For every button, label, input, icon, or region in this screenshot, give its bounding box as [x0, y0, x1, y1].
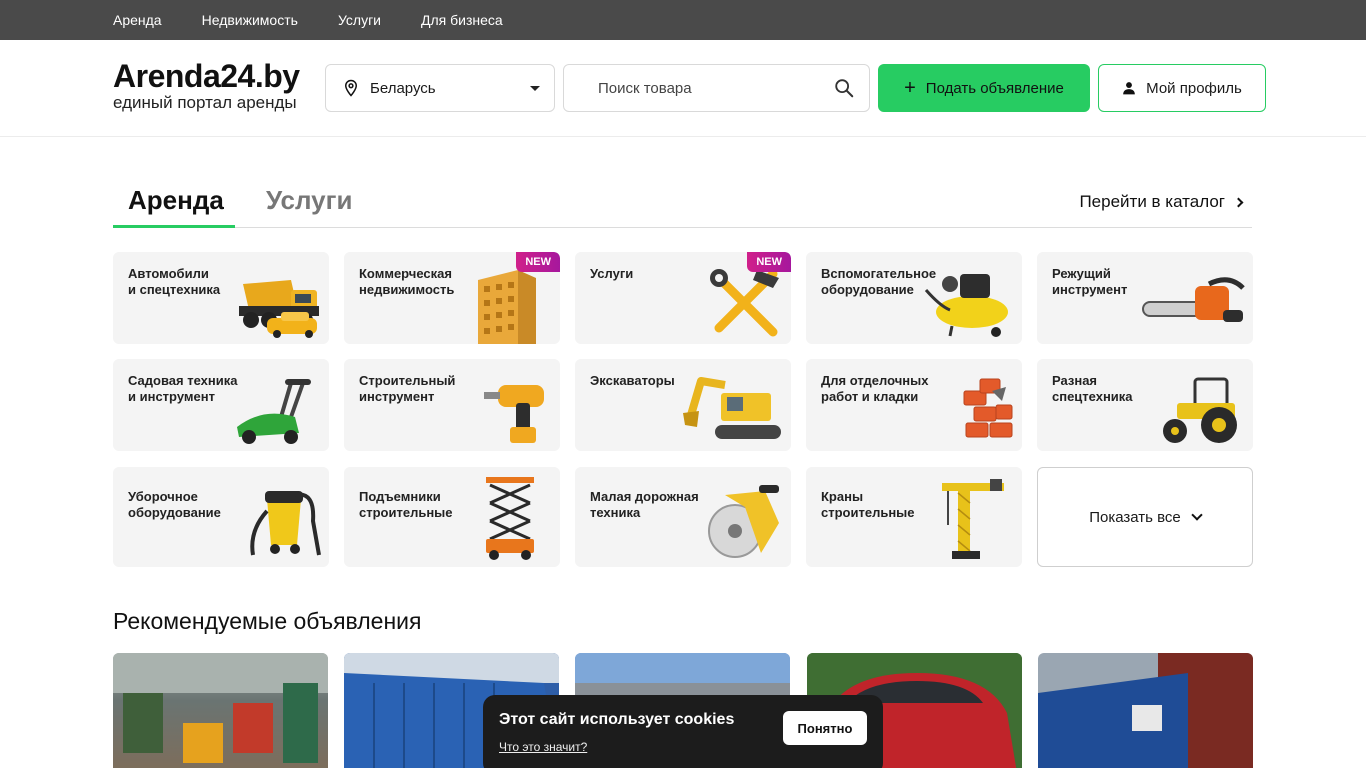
- chainsaw-icon: [1142, 277, 1245, 322]
- show-all-label: Показать все: [1089, 508, 1181, 526]
- cookie-info-link[interactable]: Что это значит?: [499, 740, 587, 754]
- category-title: Коммерческая недвижимость: [359, 266, 455, 297]
- listing-photo-container-office: [1038, 653, 1253, 768]
- crane-icon: [942, 479, 1004, 559]
- topnav-item-services[interactable]: Услуги: [338, 12, 381, 28]
- show-all-categories-button[interactable]: Показать все: [1037, 467, 1253, 567]
- chevron-down-icon: [1191, 509, 1203, 521]
- tractor-icon: [1163, 377, 1237, 443]
- category-title: Уборочное оборудование: [128, 489, 221, 520]
- my-profile-button-label: Мой профиль: [1146, 79, 1242, 97]
- topnav-item-realty[interactable]: Недвижимость: [202, 12, 298, 28]
- category-title: Строительный инструмент: [359, 373, 456, 404]
- category-title: Разная спецтехника: [1052, 373, 1133, 404]
- category-card-cleaning[interactable]: Уборочное оборудование: [113, 467, 329, 567]
- new-badge: NEW: [516, 252, 560, 272]
- catalog-link-label: Перейти в каталог: [1079, 192, 1225, 211]
- category-card-construction-tools[interactable]: Строительный инструмент: [344, 359, 560, 451]
- user-icon: [1123, 82, 1136, 95]
- topnav-item-rent[interactable]: Аренда: [113, 12, 162, 28]
- listing-card[interactable]: [113, 653, 328, 768]
- cookie-message: Этот сайт использует cookies: [499, 711, 735, 728]
- excavator-icon: [683, 377, 781, 439]
- listing-photo-warehouse: [113, 653, 328, 763]
- listing-card[interactable]: [1038, 653, 1253, 768]
- tab-services[interactable]: Услуги: [266, 185, 352, 216]
- category-card-commercial-realty[interactable]: Коммерческая недвижимость NEW: [344, 252, 560, 344]
- category-tabs: Аренда Услуги Перейти в каталог: [113, 177, 1252, 228]
- post-ad-button[interactable]: + Подать объявление: [878, 64, 1090, 112]
- region-select[interactable]: Беларусь: [325, 64, 555, 112]
- cookie-banner: Этот сайт использует cookies Что это зна…: [483, 695, 883, 768]
- header: Arenda24.by единый портал аренды Беларус…: [0, 40, 1366, 137]
- category-card-services[interactable]: Услуги NEW: [575, 252, 791, 344]
- search-box: [563, 64, 870, 112]
- bricks-icon: [963, 378, 1013, 438]
- drill-icon: [484, 385, 544, 443]
- active-tab-indicator: [113, 225, 235, 228]
- post-ad-button-label: Подать объявление: [925, 79, 1064, 97]
- logo-title: Arenda24.by: [113, 58, 300, 94]
- category-card-excavators[interactable]: Экскаваторы: [575, 359, 791, 451]
- dump-truck-icon: [239, 280, 319, 338]
- tab-rent[interactable]: Аренда: [128, 185, 224, 216]
- site-logo[interactable]: Arenda24.by единый портал аренды: [113, 59, 300, 112]
- category-card-special-machinery[interactable]: Разная спецтехника: [1037, 359, 1253, 451]
- category-title: Вспомогательное оборудование: [821, 266, 937, 297]
- category-card-auxiliary-equipment[interactable]: Вспомогательное оборудование: [806, 252, 1022, 344]
- my-profile-button[interactable]: Мой профиль: [1098, 64, 1266, 112]
- category-title: Краны строительные: [821, 489, 915, 520]
- category-card-cutting-tools[interactable]: Режущий инструмент: [1037, 252, 1253, 344]
- topnav-item-business[interactable]: Для бизнеса: [421, 12, 503, 28]
- category-card-lifts[interactable]: Подъемники строительные: [344, 467, 560, 567]
- building-icon: [478, 270, 536, 344]
- category-title: Для отделочных работ и кладки: [821, 373, 929, 404]
- new-badge: NEW: [747, 252, 791, 272]
- hammer-wrench-icon: [710, 269, 779, 337]
- category-title: Садовая техника и инструмент: [128, 373, 238, 404]
- chevron-right-icon: [1233, 197, 1244, 207]
- vacuum-icon: [250, 491, 321, 556]
- top-navigation: Аренда Недвижимость Услуги Для бизнеса: [0, 0, 1366, 40]
- category-title: Подъемники строительные: [359, 489, 453, 520]
- plus-icon: +: [904, 77, 916, 99]
- road-saw-icon: [708, 485, 779, 558]
- category-title: Услуги: [590, 266, 634, 281]
- category-card-cranes[interactable]: Краны строительные: [806, 467, 1022, 567]
- search-icon[interactable]: [833, 77, 855, 99]
- region-select-value: Беларусь: [370, 79, 436, 97]
- scissor-lift-icon: [486, 477, 534, 560]
- lawnmower-icon: [237, 379, 311, 444]
- category-card-garden[interactable]: Садовая техника и инструмент: [113, 359, 329, 451]
- category-card-finishing[interactable]: Для отделочных работ и кладки: [806, 359, 1022, 451]
- category-card-vehicles[interactable]: Автомобили и спецтехника: [113, 252, 329, 344]
- go-to-catalog-link[interactable]: Перейти в каталог: [1079, 192, 1244, 212]
- cookie-accept-button[interactable]: Понятно: [783, 711, 867, 745]
- category-title: Малая дорожная техника: [590, 489, 699, 520]
- search-input[interactable]: [598, 79, 833, 97]
- location-pin-icon: [344, 79, 358, 97]
- recommended-section-title: Рекомендуемые объявления: [113, 608, 422, 634]
- caret-down-icon: [530, 85, 540, 91]
- category-card-road-machinery[interactable]: Малая дорожная техника: [575, 467, 791, 567]
- logo-subtitle: единый портал аренды: [113, 93, 297, 112]
- compressor-icon: [924, 274, 1008, 337]
